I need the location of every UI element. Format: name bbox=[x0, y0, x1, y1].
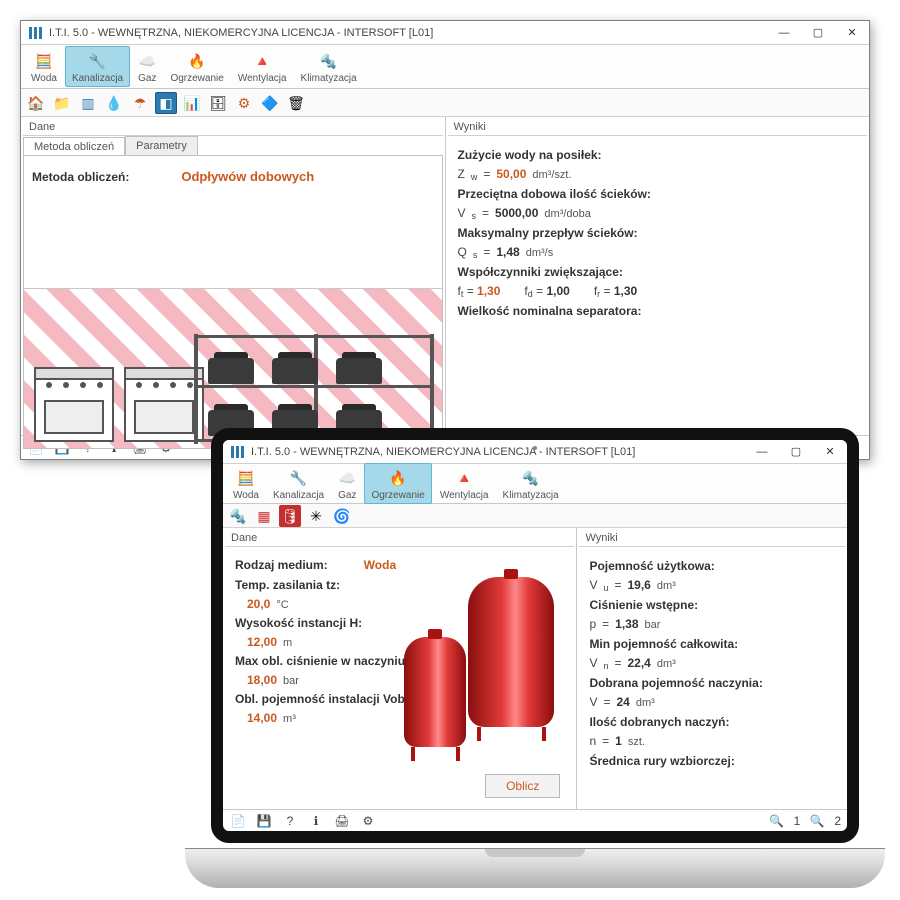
pmax-value: 18,00 bbox=[247, 673, 277, 687]
pane-dane: Dane Metoda obliczeń Parametry Metoda ob… bbox=[21, 117, 446, 435]
res2-h6: Średnica rury wzbiorczej: bbox=[589, 754, 835, 768]
tool-valve-icon[interactable]: ⚙ bbox=[233, 92, 255, 114]
app-icon bbox=[27, 25, 43, 41]
status-help-icon-2[interactable]: ? bbox=[281, 812, 299, 830]
pane-dane-2: Dane Rodzaj medium:Woda Temp. zasilania … bbox=[223, 528, 577, 809]
nav-gaz[interactable]: ☁️Gaz bbox=[132, 47, 162, 86]
nav-ogrzewanie-2[interactable]: 🔥Ogrzewanie bbox=[364, 463, 431, 504]
h-value: 12,00 bbox=[247, 635, 277, 649]
res-h1: Zużycie wody na posiłek: bbox=[458, 148, 858, 162]
status-info-icon-2[interactable]: ℹ bbox=[307, 812, 325, 830]
res-h2: Przeciętna dobowa ilość ścieków: bbox=[458, 187, 858, 201]
tool-selected-icon[interactable]: ◧ bbox=[155, 92, 177, 114]
status-gear-icon-2[interactable]: ⚙ bbox=[359, 812, 377, 830]
tab-metoda[interactable]: Metoda obliczeń bbox=[23, 137, 125, 156]
tab-body-metoda: Metoda obliczeń: Odpływów dobowych bbox=[23, 155, 443, 449]
tool-bin-icon[interactable]: 🗑 bbox=[285, 92, 307, 114]
pane-dane-title: Dane bbox=[23, 119, 443, 136]
nav-kanalizacja-2[interactable]: 🔧Kanalizacja bbox=[267, 464, 330, 503]
tool-pipe-icon[interactable]: 🔷 bbox=[259, 92, 281, 114]
res-h3: Maksymalny przepływ ścieków: bbox=[458, 226, 858, 240]
tz-value: 20,0 bbox=[247, 597, 270, 611]
top-nav: 🧮Woda 🔧Kanalizacja ☁️Gaz 🔥Ogrzewanie 🔺We… bbox=[21, 45, 869, 89]
vobl-value: 14,00 bbox=[247, 711, 277, 725]
minimize-button-2[interactable]: — bbox=[745, 441, 779, 463]
close-button[interactable]: ✕ bbox=[835, 22, 869, 44]
tool2-radiator-icon[interactable]: ▦ bbox=[253, 505, 275, 527]
close-button-2[interactable]: ✕ bbox=[813, 441, 847, 463]
res2-h3: Min pojemność całkowita: bbox=[589, 637, 835, 651]
status-print-icon-2[interactable]: 🖨 bbox=[333, 812, 351, 830]
tool-folder-icon[interactable]: 📁 bbox=[51, 92, 73, 114]
status-save-icon-2[interactable]: 💾 bbox=[255, 812, 273, 830]
maximize-button-2[interactable]: ▢ bbox=[779, 441, 813, 463]
tool2-valve-icon[interactable]: 🔩 bbox=[227, 505, 249, 527]
app-icon-2 bbox=[229, 444, 245, 460]
calculate-button[interactable]: Oblicz bbox=[485, 774, 560, 798]
tool-drop-icon[interactable]: 💧 bbox=[103, 92, 125, 114]
nav-klimatyzacja[interactable]: 🔩Klimatyzacja bbox=[295, 47, 363, 86]
medium-value: Woda bbox=[364, 558, 396, 572]
tool-trash-icon[interactable]: 🗄 bbox=[207, 92, 229, 114]
pane-wyniki: Wyniki Zużycie wody na posiłek: Zw=50,00… bbox=[446, 117, 870, 435]
laptop-mockup: I.T.I. 5.0 - WEWNĘTRZNA, NIEKOMERCYJNA L… bbox=[185, 428, 885, 888]
window-kanalizacja: I.T.I. 5.0 - WEWNĘTRZNA, NIEKOMERCYJNA L… bbox=[20, 20, 870, 460]
pane-dane-title-2: Dane bbox=[225, 530, 574, 547]
tanks-illustration bbox=[394, 567, 564, 777]
tool2-fan-icon[interactable]: ✳ bbox=[305, 505, 327, 527]
window-title-2: I.T.I. 5.0 - WEWNĘTRZNA, NIEKOMERCYJNA L… bbox=[251, 446, 745, 458]
nav-klimatyzacja-2[interactable]: 🔩Klimatyzacja bbox=[497, 464, 565, 503]
toolbar-2: 🔩 ▦ 🛢 ✳ 🌀 bbox=[223, 504, 847, 528]
titlebar-2: I.T.I. 5.0 - WEWNĘTRZNA, NIEKOMERCYJNA L… bbox=[223, 440, 847, 464]
minimize-button[interactable]: — bbox=[767, 22, 801, 44]
nav-woda-2[interactable]: 🧮Woda bbox=[227, 464, 265, 503]
statusbar-2: 📄 💾 ? ℹ 🖨 ⚙ 🔍1 🔍2 bbox=[223, 809, 847, 831]
res-h5: Wielkość nominalna separatora: bbox=[458, 304, 858, 318]
res-h4: Współczynniki zwiększające: bbox=[458, 265, 858, 279]
nav-ogrzewanie[interactable]: 🔥Ogrzewanie bbox=[164, 47, 229, 86]
pane-wyniki-title-2: Wyniki bbox=[579, 530, 845, 547]
tool2-tank-icon[interactable]: 🛢 bbox=[279, 505, 301, 527]
tool-columns-icon[interactable]: ▥ bbox=[77, 92, 99, 114]
titlebar: I.T.I. 5.0 - WEWNĘTRZNA, NIEKOMERCYJNA L… bbox=[21, 21, 869, 45]
res2-h1: Pojemność użytkowa: bbox=[589, 559, 835, 573]
nav-wentylacja-2[interactable]: 🔺Wentylacja bbox=[434, 464, 495, 503]
pane-wyniki-title: Wyniki bbox=[448, 119, 868, 136]
nav-gaz-2[interactable]: ☁️Gaz bbox=[332, 464, 362, 503]
nav-wentylacja[interactable]: 🔺Wentylacja bbox=[232, 47, 293, 86]
tool-umbrella-icon[interactable]: ☂ bbox=[129, 92, 151, 114]
tool-chart-icon[interactable]: 📊 bbox=[181, 92, 203, 114]
tool-home-icon[interactable]: 🏠 bbox=[25, 92, 47, 114]
res2-h5: Ilość dobranych naczyń: bbox=[589, 715, 835, 729]
kitchen-illustration bbox=[24, 288, 442, 448]
pane-wyniki-2: Wyniki Pojemność użytkowa: Vu=19,6dm³ Ci… bbox=[577, 528, 847, 809]
window-title: I.T.I. 5.0 - WEWNĘTRZNA, NIEKOMERCYJNA L… bbox=[49, 27, 767, 39]
nav-woda[interactable]: 🧮Woda bbox=[25, 47, 63, 86]
status-new-icon-2[interactable]: 📄 bbox=[229, 812, 247, 830]
tool2-coil-icon[interactable]: 🌀 bbox=[331, 505, 353, 527]
res2-h2: Ciśnienie wstępne: bbox=[589, 598, 835, 612]
method-label: Metoda obliczeń: bbox=[32, 170, 129, 184]
status-zoom1-icon[interactable]: 🔍 bbox=[768, 812, 786, 830]
maximize-button[interactable]: ▢ bbox=[801, 22, 835, 44]
tab-parametry[interactable]: Parametry bbox=[125, 136, 198, 155]
top-nav-2: 🧮Woda 🔧Kanalizacja ☁️Gaz 🔥Ogrzewanie 🔺We… bbox=[223, 464, 847, 504]
method-value: Odpływów dobowych bbox=[181, 169, 314, 184]
toolbar: 🏠 📁 ▥ 💧 ☂ ◧ 📊 🗄 ⚙ 🔷 🗑 bbox=[21, 89, 869, 117]
res2-h4: Dobrana pojemność naczynia: bbox=[589, 676, 835, 690]
medium-label: Rodzaj medium: bbox=[235, 558, 328, 572]
nav-kanalizacja[interactable]: 🔧Kanalizacja bbox=[65, 46, 130, 87]
status-zoom2-icon[interactable]: 🔍 bbox=[808, 812, 826, 830]
